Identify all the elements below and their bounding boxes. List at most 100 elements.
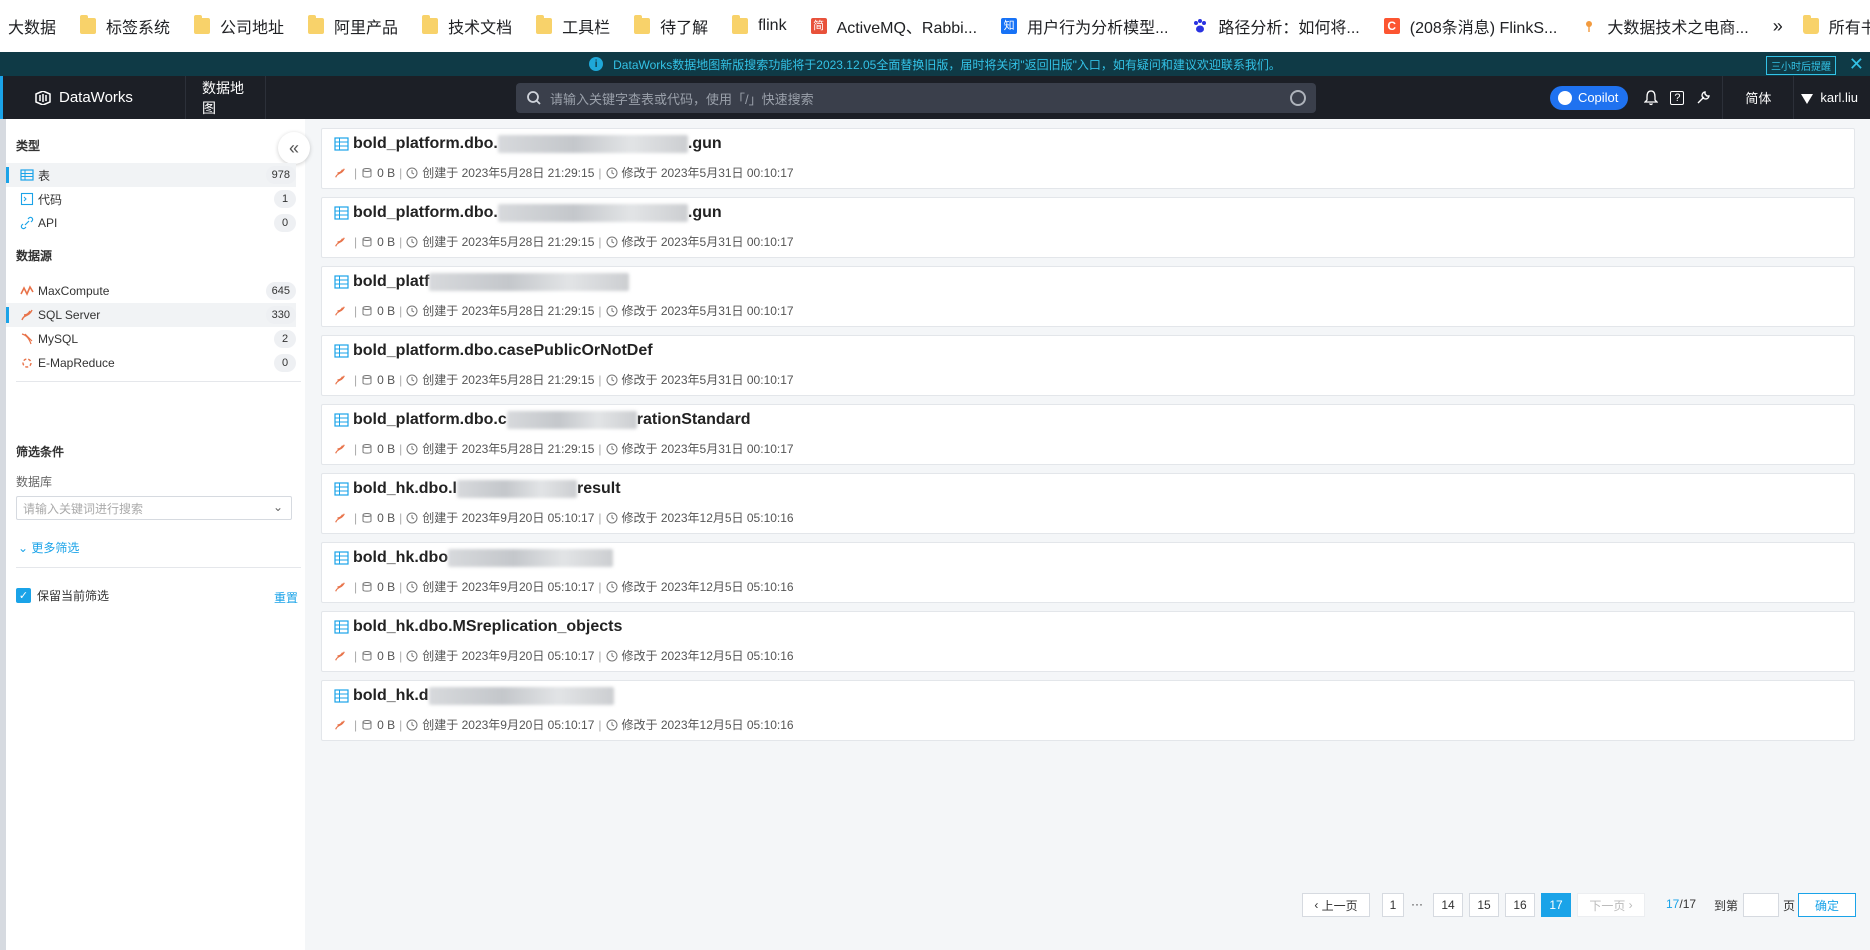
keep-filter-checkbox[interactable]: ✓ 保留当前筛选: [16, 587, 109, 604]
size-text: 0 B: [377, 165, 396, 180]
result-title[interactable]: bold_platform.dbo. .gun: [334, 135, 722, 153]
bookmark-folder[interactable]: flink: [732, 15, 787, 35]
clock-icon: [406, 512, 418, 523]
all-bookmarks-button[interactable]: 所有书签: [1802, 14, 1870, 38]
database-icon: [362, 512, 372, 523]
bookmark-folder[interactable]: 技术文档: [422, 14, 512, 38]
page-button[interactable]: 16: [1505, 893, 1535, 917]
prev-page-button[interactable]: ‹ 上一页: [1302, 893, 1370, 917]
bookmark-item[interactable]: C (208条消息) FlinkS...: [1383, 14, 1557, 38]
type-item-code[interactable]: 代码 1: [6, 187, 296, 211]
database-icon: [362, 443, 372, 454]
more-filters-link[interactable]: ⌄ 更多筛选: [18, 539, 79, 556]
result-card[interactable]: bold_hk.dbo | 0 B | 创建于 2023年9月20日 05:10:17…: [321, 542, 1855, 603]
bookmark-item[interactable]: 简 ActiveMQ、Rabbi...: [810, 14, 978, 38]
global-search-input[interactable]: 请输入关键字查表或代码，使用「/」快速搜索: [516, 83, 1316, 113]
language-switch[interactable]: 简体: [1729, 88, 1787, 107]
table-icon: [334, 689, 349, 703]
sqlserver-icon: [335, 581, 345, 592]
type-item-api[interactable]: API 0: [6, 211, 296, 235]
bookmark-item[interactable]: 知用户行为分析模型...: [1001, 14, 1168, 38]
confirm-goto-button[interactable]: 确定: [1798, 893, 1856, 917]
result-meta: | 0 B | 创建于 2023年9月20日 05:10:17 | 修改于 2023年12…: [334, 647, 794, 664]
result-title[interactable]: bold_platform.dbo.casePublicOrNotDef: [334, 342, 653, 360]
source-label: MySQL: [38, 332, 79, 346]
user-menu[interactable]: karl.liu: [1800, 90, 1870, 105]
goto-page-input[interactable]: [1743, 893, 1779, 917]
source-item-sqlserver[interactable]: SQL Server 330: [6, 303, 296, 327]
title-text: bold_hk.dbo.l: [353, 480, 457, 497]
sqlserver-icon: [335, 305, 345, 316]
type-item-table[interactable]: 表 978: [6, 163, 296, 187]
created-time: 创建于 2023年9月20日 05:10:17: [422, 718, 595, 732]
bookmarks-bar: 大数据 标签系统 公司地址 阿里产品 技术文档 工具栏 待了解 flink 简A…: [0, 0, 1870, 52]
result-card[interactable]: bold_hk.dbo.MSreplication_objects | 0 B | 创…: [321, 611, 1855, 672]
nav-data-map[interactable]: 数据地图: [185, 76, 266, 119]
result-title[interactable]: bold_platform.dbo.c rationStandard: [334, 411, 751, 429]
close-icon[interactable]: ✕: [1849, 54, 1864, 75]
reset-button[interactable]: 重置: [274, 589, 298, 606]
sqlserver-icon: [335, 650, 345, 661]
bookmark-folder[interactable]: 标签系统: [80, 14, 170, 38]
result-meta: | 0 B | 创建于 2023年9月20日 05:10:17 | 修改于 2023年12…: [334, 509, 794, 526]
next-page-button[interactable]: 下一页 ›: [1577, 893, 1645, 917]
result-card[interactable]: bold_hk.dbo.l result | 0 B | 创建于 2023年9月20日 …: [321, 473, 1855, 534]
count-badge: 2: [274, 330, 296, 348]
ai-search-icon[interactable]: [1290, 90, 1306, 106]
title-text: bold_platform.dbo.c: [353, 411, 507, 428]
separator: |: [598, 648, 602, 663]
bookmark-folder[interactable]: 待了解: [634, 14, 708, 38]
result-title[interactable]: bold_hk.d: [334, 687, 614, 705]
title-text: bold_hk.dbo: [353, 549, 449, 566]
result-title[interactable]: bold_hk.dbo.l result: [334, 480, 621, 498]
mysql-icon: [21, 333, 33, 345]
bookmarks-overflow-button[interactable]: »: [1773, 16, 1783, 37]
bookmark-label: ActiveMQ、Rabbi...: [836, 20, 978, 37]
source-item-emapreduce[interactable]: E-MapReduce 0: [6, 351, 296, 375]
result-card[interactable]: bold_platform.dbo.c rationStandard | 0 B | 创…: [321, 404, 1855, 465]
modified-time: 修改于 2023年12月5日 05:10:16: [621, 718, 794, 732]
bookmark-folder[interactable]: 阿里产品: [308, 14, 398, 38]
separator: |: [354, 579, 358, 594]
clock-icon: [606, 443, 617, 454]
database-select[interactable]: 请输入关键词进行搜索 ⌄: [16, 496, 292, 520]
brand-logo[interactable]: DataWorks: [0, 76, 185, 119]
source-item-maxcompute[interactable]: MaxCompute 645: [6, 279, 296, 303]
bell-icon[interactable]: [1638, 76, 1664, 119]
result-meta: | 0 B | 创建于 2023年5月28日 21:29:15 | 修改于 2023年5月…: [334, 302, 794, 319]
result-card[interactable]: bold_platf | 0 B | 创建于 2023年5月28日 21:29:15 |…: [321, 266, 1855, 327]
result-title[interactable]: bold_hk.dbo: [334, 549, 614, 567]
result-title[interactable]: bold_platf: [334, 273, 630, 291]
title-text: bold_hk.dbo.MSreplication_objects: [353, 618, 623, 635]
remind-later-button[interactable]: 三小时后提醒: [1766, 56, 1836, 75]
wrench-icon[interactable]: [1690, 76, 1716, 119]
current-page-button[interactable]: 17: [1541, 893, 1571, 917]
copilot-button[interactable]: Copilot: [1549, 85, 1629, 110]
source-item-mysql[interactable]: MySQL 2: [6, 327, 296, 351]
redacted-text: [428, 687, 614, 705]
result-title[interactable]: bold_platform.dbo. .gun: [334, 204, 722, 222]
bookmark-folder[interactable]: 工具栏: [536, 14, 610, 38]
created-time: 创建于 2023年9月20日 05:10:17: [422, 580, 595, 594]
result-card[interactable]: bold_platform.dbo.casePublicOrNotDef | 0 …: [321, 335, 1855, 396]
result-card[interactable]: bold_hk.d | 0 B | 创建于 2023年9月20日 05:10:17 | 修…: [321, 680, 1855, 741]
more-filters-label: 更多筛选: [31, 541, 80, 555]
bookmark-item[interactable]: 大数据技术之电商...: [1581, 14, 1749, 38]
bookmark-folder[interactable]: 公司地址: [194, 14, 284, 38]
bookmark-item[interactable]: 大数据: [8, 14, 56, 38]
result-meta: | 0 B | 创建于 2023年9月20日 05:10:17 | 修改于 2023年12…: [334, 716, 794, 733]
separator: |: [399, 648, 403, 663]
separator: |: [598, 441, 602, 456]
result-title[interactable]: bold_hk.dbo.MSreplication_objects: [334, 618, 622, 636]
search-icon: [527, 91, 541, 105]
result-card[interactable]: bold_platform.dbo. .gun | 0 B | 创建于 2023年5月2…: [321, 197, 1855, 258]
source-label: MaxCompute: [38, 284, 110, 298]
page-button[interactable]: 14: [1433, 893, 1463, 917]
page-button[interactable]: 1: [1382, 893, 1404, 917]
help-icon[interactable]: ?: [1664, 76, 1690, 119]
result-card[interactable]: bold_platform.dbo. .gun | 0 B | 创建于 2023年5月2…: [321, 128, 1855, 189]
page-button[interactable]: 15: [1469, 893, 1499, 917]
ellipsis[interactable]: ···: [1411, 897, 1423, 911]
clock-icon: [606, 374, 617, 385]
bookmark-item[interactable]: 路径分析：如何将...: [1192, 14, 1360, 38]
